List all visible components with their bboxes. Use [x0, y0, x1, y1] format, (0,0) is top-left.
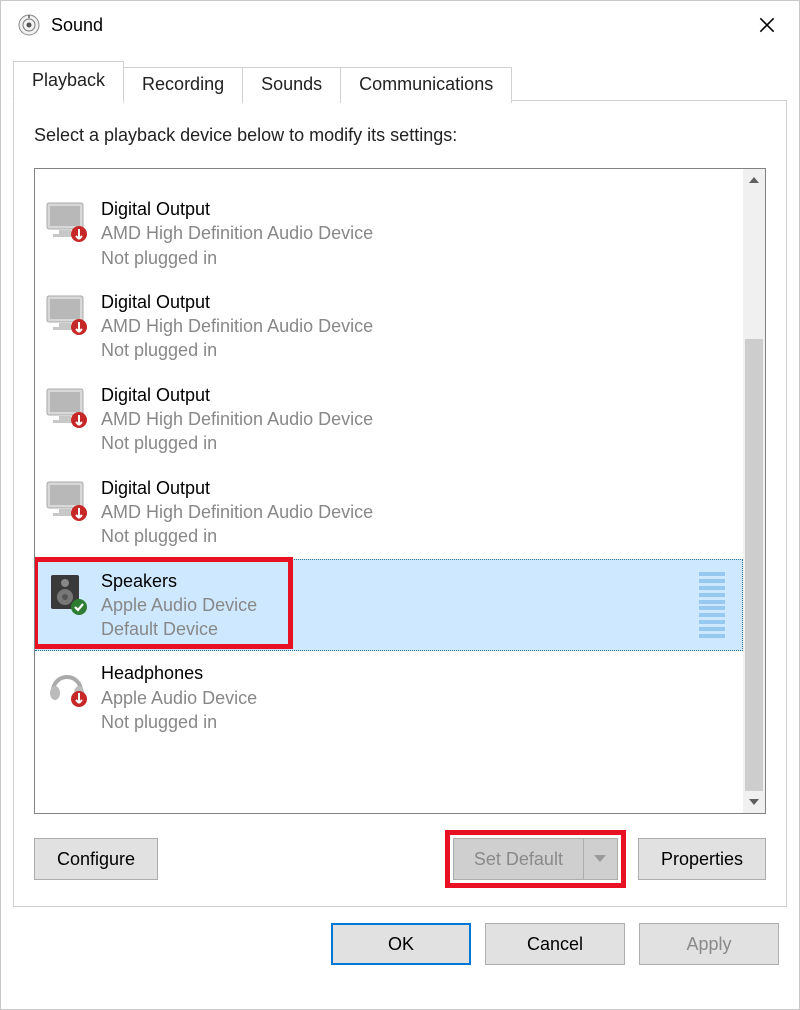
list-item[interactable]: [35, 169, 743, 187]
device-status: Not plugged in: [101, 246, 373, 270]
device-text: Digital Output AMD High Definition Audio…: [101, 290, 373, 363]
cancel-button[interactable]: Cancel: [485, 923, 625, 965]
device-list[interactable]: Digital Output AMD High Definition Audio…: [35, 169, 743, 813]
device-status: Not plugged in: [101, 338, 373, 362]
monitor-icon: [43, 476, 91, 524]
volume-meter: [699, 572, 725, 638]
device-desc: AMD High Definition Audio Device: [101, 500, 373, 524]
monitor-icon: [43, 290, 91, 338]
device-status: Default Device: [101, 617, 257, 641]
device-name: Headphones: [101, 661, 257, 685]
list-item[interactable]: Digital Output AMD High Definition Audio…: [35, 466, 743, 559]
scroll-thumb[interactable]: [745, 339, 763, 791]
device-desc: Apple Audio Device: [101, 593, 257, 617]
scroll-track[interactable]: [743, 191, 765, 791]
list-item[interactable]: Digital Output AMD High Definition Audio…: [35, 187, 743, 280]
sound-app-icon: [17, 13, 41, 37]
device-text: Headphones Apple Audio Device Not plugge…: [101, 661, 257, 734]
monitor-icon: [43, 383, 91, 431]
scrollbar[interactable]: [743, 169, 765, 813]
set-default-label: Set Default: [454, 839, 583, 879]
ok-button[interactable]: OK: [331, 923, 471, 965]
list-item[interactable]: Digital Output AMD High Definition Audio…: [35, 280, 743, 373]
device-desc: AMD High Definition Audio Device: [101, 221, 373, 245]
device-list-container: Digital Output AMD High Definition Audio…: [34, 168, 766, 814]
device-desc: Apple Audio Device: [101, 686, 257, 710]
device-text: Digital Output AMD High Definition Audio…: [101, 197, 373, 270]
device-status: Not plugged in: [101, 710, 257, 734]
panel-button-row: Configure Set Default Properties: [34, 830, 766, 888]
device-status: Not plugged in: [101, 524, 373, 548]
configure-button[interactable]: Configure: [34, 838, 158, 880]
annotation-highlight: Set Default: [445, 830, 626, 888]
device-name: Digital Output: [101, 383, 373, 407]
close-button[interactable]: [739, 1, 795, 49]
monitor-icon: [43, 197, 91, 245]
sound-dialog: Sound Playback Recording Sounds Communic…: [0, 0, 800, 1010]
device-desc: AMD High Definition Audio Device: [101, 314, 373, 338]
titlebar: Sound: [1, 1, 799, 49]
device-text: Digital Output AMD High Definition Audio…: [101, 476, 373, 549]
instruction-text: Select a playback device below to modify…: [34, 125, 766, 146]
device-name: Digital Output: [101, 197, 373, 221]
list-item-selected[interactable]: Speakers Apple Audio Device Default Devi…: [35, 559, 743, 652]
scroll-up-button[interactable]: [743, 169, 765, 191]
set-default-dropdown[interactable]: [583, 839, 617, 879]
device-text: Speakers Apple Audio Device Default Devi…: [101, 569, 257, 642]
tab-recording[interactable]: Recording: [123, 67, 243, 103]
list-item[interactable]: Digital Output AMD High Definition Audio…: [35, 373, 743, 466]
device-name: Digital Output: [101, 290, 373, 314]
playback-panel: Select a playback device below to modify…: [13, 100, 787, 907]
set-default-button[interactable]: Set Default: [453, 838, 618, 880]
tab-row: Playback Recording Sounds Communications: [13, 61, 787, 101]
dialog-footer: OK Cancel Apply: [1, 907, 799, 985]
list-item[interactable]: Headphones Apple Audio Device Not plugge…: [35, 651, 743, 744]
headphones-icon: [43, 661, 91, 709]
tab-container: Playback Recording Sounds Communications…: [1, 49, 799, 907]
scroll-down-button[interactable]: [743, 791, 765, 813]
apply-button[interactable]: Apply: [639, 923, 779, 965]
tab-sounds[interactable]: Sounds: [242, 67, 341, 103]
device-name: Speakers: [101, 569, 257, 593]
tab-communications[interactable]: Communications: [340, 67, 512, 103]
device-desc: AMD High Definition Audio Device: [101, 407, 373, 431]
device-text: Digital Output AMD High Definition Audio…: [101, 383, 373, 456]
tab-playback[interactable]: Playback: [13, 61, 124, 102]
speaker-icon: [43, 569, 91, 617]
window-title: Sound: [51, 15, 739, 36]
properties-button[interactable]: Properties: [638, 838, 766, 880]
device-status: Not plugged in: [101, 431, 373, 455]
device-name: Digital Output: [101, 476, 373, 500]
